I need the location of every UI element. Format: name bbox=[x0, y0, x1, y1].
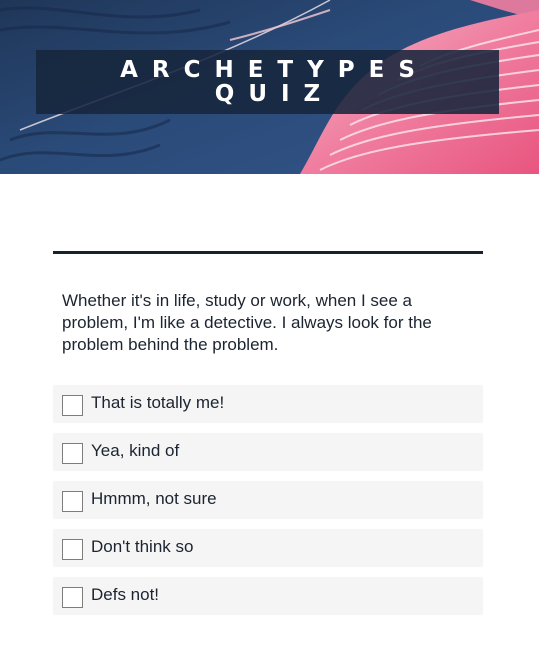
quiz-title-line-1: ARCHETYPES bbox=[120, 57, 429, 83]
checkbox[interactable] bbox=[62, 491, 83, 512]
answer-option-dont-think-so[interactable]: Don't think so bbox=[53, 529, 483, 567]
answer-option-label: Defs not! bbox=[91, 585, 160, 604]
section-divider bbox=[53, 251, 483, 254]
answer-option-label: That is totally me! bbox=[91, 393, 225, 412]
answer-option-not-sure[interactable]: Hmmm, not sure bbox=[53, 481, 483, 519]
checkbox[interactable] bbox=[62, 539, 83, 560]
checkbox[interactable] bbox=[62, 587, 83, 608]
answer-option-label: Hmmm, not sure bbox=[91, 489, 217, 508]
answer-option-label: Yea, kind of bbox=[91, 441, 180, 460]
quiz-title-box: ARCHETYPES QUIZ bbox=[36, 50, 499, 114]
answer-options: That is totally me! Yea, kind of Hmmm, n… bbox=[53, 385, 483, 625]
answer-option-defs-not[interactable]: Defs not! bbox=[53, 577, 483, 615]
question-text: Whether it's in life, study or work, whe… bbox=[62, 291, 432, 354]
quiz-title-line-2: QUIZ bbox=[214, 81, 335, 107]
checkbox[interactable] bbox=[62, 443, 83, 464]
checkbox[interactable] bbox=[62, 395, 83, 416]
answer-option-label: Don't think so bbox=[91, 537, 194, 556]
header-banner: ARCHETYPES QUIZ bbox=[0, 0, 539, 174]
answer-option-totally-me[interactable]: That is totally me! bbox=[53, 385, 483, 423]
answer-option-kind-of[interactable]: Yea, kind of bbox=[53, 433, 483, 471]
